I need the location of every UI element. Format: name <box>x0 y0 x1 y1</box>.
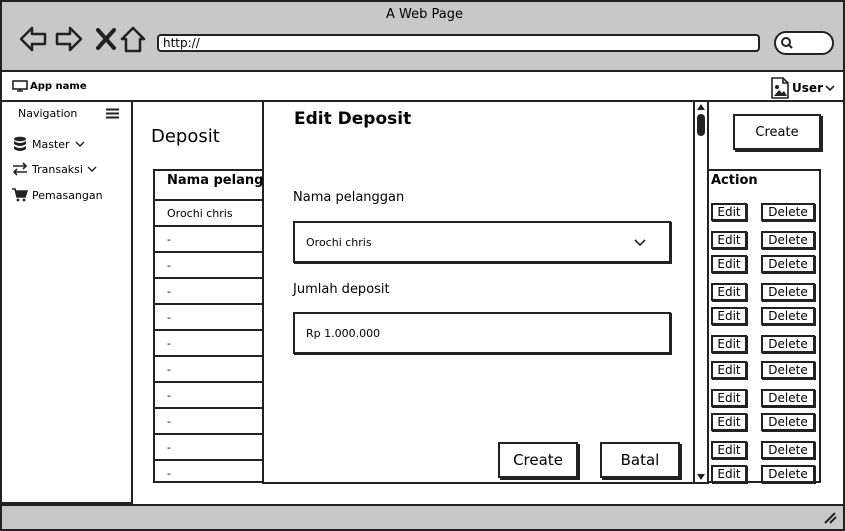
edit-button[interactable]: Edit <box>711 465 747 483</box>
table-row: - <box>155 251 265 277</box>
customer-label: Nama pelanggan <box>293 190 405 205</box>
edit-button[interactable]: Edit <box>711 413 747 431</box>
delete-button[interactable]: Delete <box>761 413 815 431</box>
sidebar-item-label: Transaksi <box>32 162 83 176</box>
edit-button[interactable]: Edit <box>711 389 747 407</box>
forward-arrow-icon[interactable] <box>54 24 84 54</box>
table-row: - <box>155 381 265 407</box>
create-button[interactable]: Create <box>733 114 821 150</box>
page-title: Deposit <box>151 126 220 147</box>
edit-button[interactable]: Edit <box>711 335 747 353</box>
status-bar <box>0 504 845 531</box>
edit-button[interactable]: Edit <box>711 283 747 301</box>
cart-icon <box>12 188 28 202</box>
chevron-down-icon <box>75 141 85 147</box>
delete-button[interactable]: Delete <box>761 307 815 325</box>
delete-button[interactable]: Delete <box>761 231 815 249</box>
delete-button[interactable]: Delete <box>761 465 815 483</box>
app-header: App name User <box>0 72 845 102</box>
table-row: - <box>155 329 265 355</box>
table-row: - <box>155 225 265 251</box>
hamburger-menu-icon[interactable] <box>106 108 119 119</box>
cancel-button[interactable]: Batal <box>600 442 680 478</box>
chevron-down-icon <box>825 85 835 92</box>
edit-button[interactable]: Edit <box>711 307 747 325</box>
delete-button[interactable]: Delete <box>761 361 815 379</box>
edit-button[interactable]: Edit <box>711 255 747 273</box>
delete-button[interactable]: Delete <box>761 283 815 301</box>
modal-scrollbar[interactable] <box>693 102 707 482</box>
table-row: - <box>155 407 265 433</box>
delete-button[interactable]: Delete <box>761 255 815 273</box>
app-title: App name <box>12 80 87 92</box>
edit-button[interactable]: Edit <box>711 203 747 221</box>
sidebar-item-transaksi[interactable]: Transaksi <box>12 162 97 176</box>
home-icon[interactable] <box>118 24 148 54</box>
delete-button[interactable]: Delete <box>761 389 815 407</box>
transfer-icon <box>12 162 28 176</box>
search-icon <box>781 37 793 49</box>
edit-button[interactable]: Edit <box>711 231 747 249</box>
modal-create-button[interactable]: Create <box>498 442 578 478</box>
amount-label: Jumlah deposit <box>293 282 390 297</box>
table-row: Orochi chris <box>155 199 265 225</box>
user-label: User <box>792 81 823 95</box>
resize-grip-icon[interactable] <box>823 512 837 524</box>
table-row: - <box>155 277 265 303</box>
app-name: App name <box>30 80 87 92</box>
sidebar-item-label: Master <box>32 137 70 151</box>
search-field[interactable] <box>774 31 834 55</box>
column-header-action: Action <box>711 173 758 188</box>
edit-button[interactable]: Edit <box>711 441 747 459</box>
delete-button[interactable]: Delete <box>761 441 815 459</box>
sidebar: Navigation Master Transaksi Pemasangan <box>0 102 133 504</box>
edit-deposit-modal: Edit Deposit Nama pelanggan Orochi chris… <box>262 100 709 484</box>
modal-title: Edit Deposit <box>294 109 412 129</box>
amount-input[interactable]: Rp 1.000.000 <box>293 312 671 354</box>
window-title: A Web Page <box>386 7 463 22</box>
browser-chrome: A Web Page http:// <box>0 0 845 72</box>
table-row: - <box>155 459 265 485</box>
delete-button[interactable]: Delete <box>761 203 815 221</box>
image-icon <box>771 77 789 99</box>
table-row: - <box>155 433 265 459</box>
back-arrow-icon[interactable] <box>18 24 48 54</box>
chevron-down-icon <box>634 239 646 247</box>
monitor-icon <box>12 80 28 92</box>
user-menu[interactable]: User <box>770 77 835 99</box>
scrollbar-track-icon <box>697 104 705 480</box>
table-row: - <box>155 355 265 381</box>
sidebar-item-pemasangan[interactable]: Pemasangan <box>12 188 103 202</box>
url-input[interactable]: http:// <box>157 34 760 52</box>
database-icon <box>14 136 26 151</box>
customer-select-value: Orochi chris <box>306 235 372 249</box>
chevron-down-icon <box>87 166 97 172</box>
delete-button[interactable]: Delete <box>761 335 815 353</box>
nav-title: Navigation <box>18 107 78 120</box>
customer-select[interactable]: Orochi chris <box>293 221 671 263</box>
edit-button[interactable]: Edit <box>711 361 747 379</box>
table-row: - <box>155 303 265 329</box>
sidebar-item-master[interactable]: Master <box>12 136 86 152</box>
sidebar-item-label: Pemasangan <box>32 188 103 202</box>
